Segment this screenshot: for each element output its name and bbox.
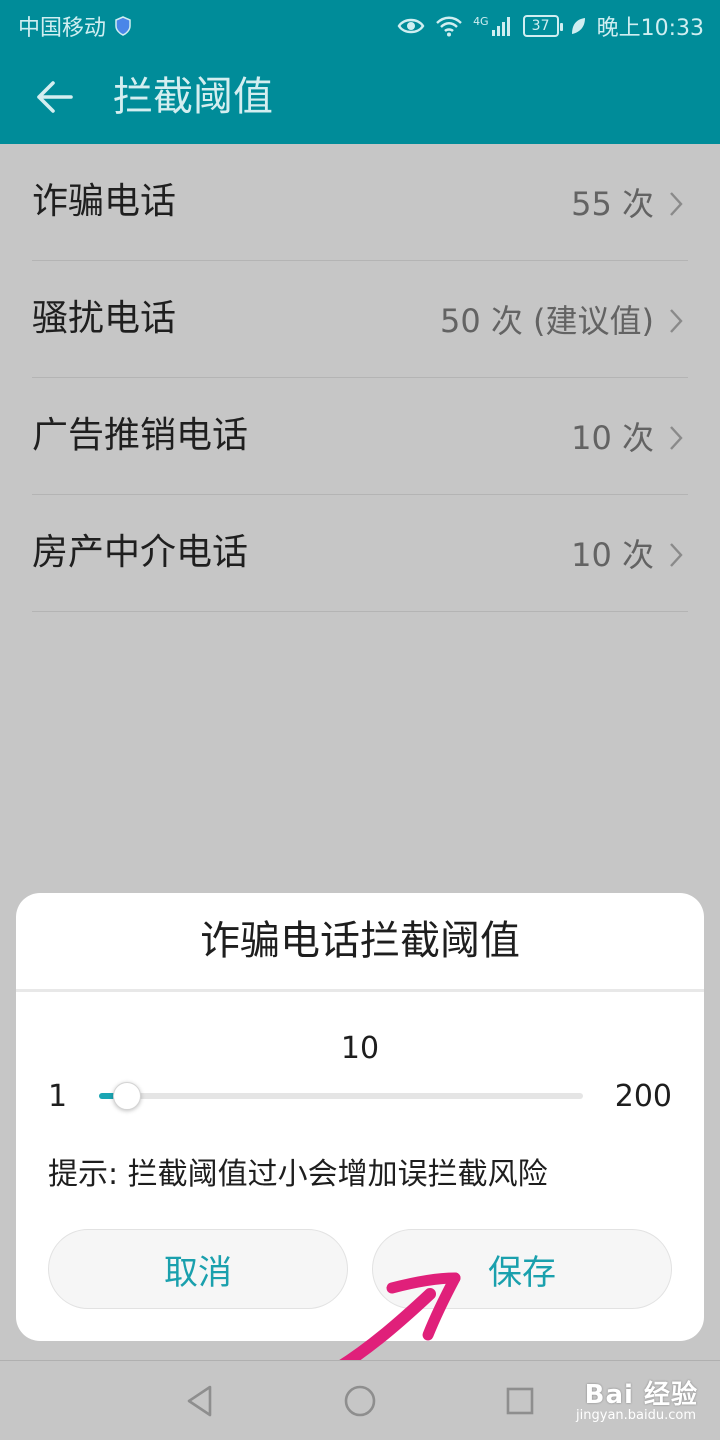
list-item-label: 广告推销电话: [32, 415, 249, 456]
chevron-right-icon: [670, 426, 683, 450]
list-item-ad-calls[interactable]: 广告推销电话 10 次: [32, 378, 688, 495]
recents-square-icon: [506, 1387, 534, 1415]
slider-max-label: 200: [614, 1079, 672, 1114]
status-left: 中国移动: [18, 10, 132, 42]
app-bar: 拦截阈值: [0, 50, 720, 144]
slider-current-value: 10: [340, 1031, 380, 1066]
home-circle-icon: [344, 1385, 376, 1417]
nav-home-button[interactable]: [340, 1381, 380, 1421]
back-arrow-icon: [37, 81, 73, 113]
back-triangle-icon: [187, 1385, 212, 1417]
list-item-fraud-calls[interactable]: 诈骗电话 55 次: [32, 144, 688, 261]
clock: 晚上10:33: [596, 16, 704, 41]
list-item-value: 10 次: [571, 419, 654, 457]
network-type: 4G: [473, 15, 489, 28]
list-item-label: 骚扰电话: [32, 298, 177, 339]
shield-icon: [115, 16, 131, 36]
chevron-right-icon: [670, 543, 683, 567]
list-item-value: 50 次 (建议值): [439, 302, 654, 340]
leaf-icon: [571, 18, 585, 34]
hint-text: 提示: 拦截阈值过小会增加误拦截风险: [48, 1157, 548, 1192]
threshold-list: 诈骗电话 55 次 骚扰电话 50 次 (建议值) 广告推销电话 10 次 房产…: [0, 144, 720, 612]
signal-icon: [491, 17, 510, 36]
threshold-slider[interactable]: [99, 1082, 583, 1110]
status-bar: 中国移动 4G 37 晚上10:33: [0, 0, 720, 50]
nav-recents-button[interactable]: [500, 1381, 540, 1421]
slider-thumb[interactable]: [113, 1082, 141, 1110]
page-title: 拦截阈值: [113, 74, 273, 120]
cancel-button[interactable]: 取消: [48, 1229, 348, 1309]
slider-min-label: 1: [48, 1079, 68, 1114]
chevron-right-icon: [670, 309, 683, 333]
battery-icon: 37: [522, 15, 563, 37]
watermark-logo: Bai 经验: [584, 1380, 698, 1410]
chevron-right-icon: [670, 192, 683, 216]
dialog-divider: [16, 989, 704, 992]
list-item-harassment-calls[interactable]: 骚扰电话 50 次 (建议值): [32, 261, 688, 378]
battery-level: 37: [531, 18, 550, 34]
list-item-real-estate-calls[interactable]: 房产中介电话 10 次: [32, 495, 688, 612]
wifi-icon: [436, 16, 462, 37]
eye-icon: [397, 18, 425, 34]
list-item-label: 诈骗电话: [32, 181, 177, 222]
watermark-url: jingyan.baidu.com: [576, 1408, 696, 1423]
dialog-title: 诈骗电话拦截阈值: [200, 918, 520, 964]
carrier-name: 中国移动: [18, 16, 107, 41]
list-item-label: 房产中介电话: [32, 532, 249, 573]
status-right: 4G 37 晚上10:33: [397, 10, 704, 42]
list-item-value: 10 次: [571, 536, 654, 574]
back-button[interactable]: [30, 72, 80, 122]
watermark: Bai 经验 jingyan.baidu.com: [538, 1374, 698, 1426]
nav-back-button[interactable]: [180, 1381, 220, 1421]
list-item-value: 55 次: [571, 185, 654, 223]
